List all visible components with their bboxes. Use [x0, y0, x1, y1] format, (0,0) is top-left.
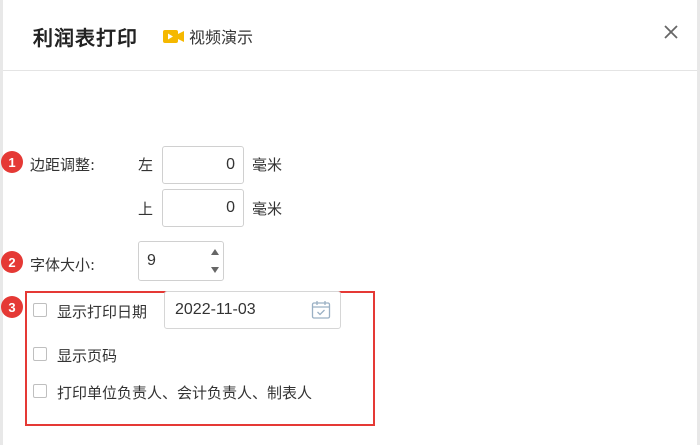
- show-print-date-checkbox[interactable]: [33, 303, 47, 317]
- font-size-stepper[interactable]: [138, 241, 224, 281]
- margin-left-input[interactable]: [162, 146, 244, 184]
- dialog-header: 利润表打印 视频演示: [3, 0, 697, 71]
- show-print-date-label: 显示打印日期: [57, 303, 148, 321]
- show-page-number-checkbox[interactable]: [33, 347, 47, 361]
- video-play-icon: [163, 29, 184, 43]
- margin-label: 边距调整:: [30, 156, 96, 174]
- margin-top-input[interactable]: [162, 189, 244, 227]
- print-signers-label: 打印单位负责人、会计负责人、制表人: [57, 384, 313, 402]
- calendar-icon[interactable]: [311, 300, 331, 320]
- margin-left-label: 左: [138, 156, 154, 174]
- print-date-input[interactable]: 2022-11-03: [164, 291, 341, 329]
- margin-top-unit: 毫米: [252, 200, 283, 218]
- step-badge-3: 3: [1, 296, 23, 318]
- video-demo-link[interactable]: 视频演示: [163, 26, 254, 47]
- close-icon[interactable]: [659, 20, 683, 44]
- print-date-value: 2022-11-03: [175, 301, 256, 318]
- step-badge-1: 1: [1, 151, 23, 173]
- margin-left-unit: 毫米: [252, 156, 283, 174]
- print-signers-checkbox[interactable]: [33, 384, 47, 398]
- font-size-label: 字体大小:: [30, 256, 96, 274]
- margin-top-label: 上: [138, 200, 154, 218]
- dialog-title: 利润表打印: [33, 26, 138, 50]
- show-page-number-label: 显示页码: [57, 347, 118, 365]
- spinner-arrows-icon[interactable]: [210, 244, 220, 278]
- video-demo-label: 视频演示: [189, 28, 254, 47]
- step-badge-2: 2: [1, 251, 23, 273]
